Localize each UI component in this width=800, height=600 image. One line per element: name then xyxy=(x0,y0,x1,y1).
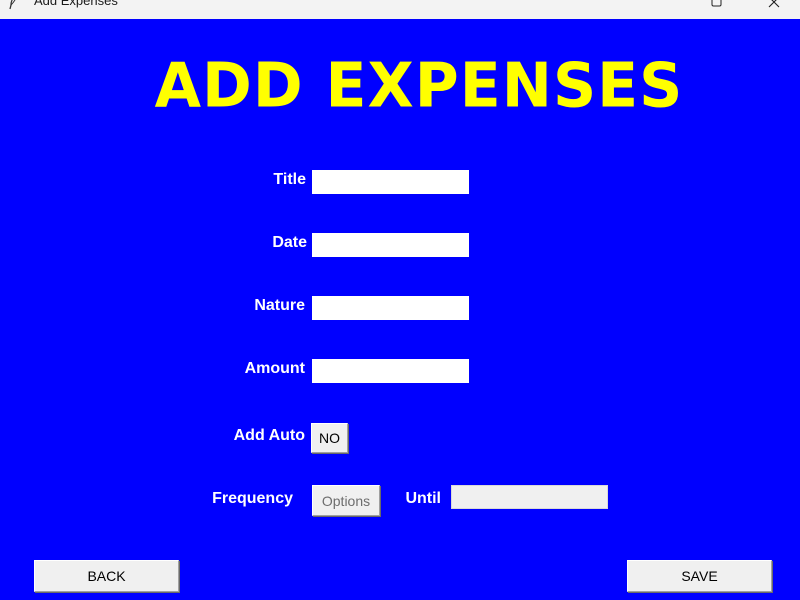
title-bar: Add Expenses xyxy=(0,0,800,19)
until-input[interactable] xyxy=(451,485,608,509)
date-input[interactable] xyxy=(312,233,469,257)
title-input[interactable] xyxy=(312,170,469,194)
nature-input[interactable] xyxy=(312,296,469,320)
date-label: Date xyxy=(272,234,307,251)
amount-input[interactable] xyxy=(312,359,469,383)
close-icon xyxy=(768,0,780,8)
nature-label: Nature xyxy=(254,297,305,314)
maximize-icon xyxy=(711,0,722,7)
close-button[interactable] xyxy=(757,0,791,12)
back-button[interactable]: BACK xyxy=(34,560,179,592)
save-button[interactable]: SAVE xyxy=(627,560,772,592)
amount-label: Amount xyxy=(244,360,305,377)
frequency-label: Frequency xyxy=(212,490,293,507)
page-title: ADD EXPENSES xyxy=(154,50,684,122)
maximize-button[interactable] xyxy=(700,0,734,12)
add-expenses-window: Add Expenses ADD EXPENSES Title Date Nat… xyxy=(0,0,800,600)
frequency-options-dropdown[interactable]: Options xyxy=(312,485,380,516)
feather-icon xyxy=(8,0,20,10)
add-auto-label: Add Auto xyxy=(233,427,305,444)
title-label: Title xyxy=(273,171,306,188)
add-auto-toggle-button[interactable]: NO xyxy=(311,423,348,453)
until-label: Until xyxy=(405,490,441,507)
form-panel: ADD EXPENSES Title Date Nature Amount Ad… xyxy=(0,19,800,600)
window-title: Add Expenses xyxy=(34,0,118,8)
